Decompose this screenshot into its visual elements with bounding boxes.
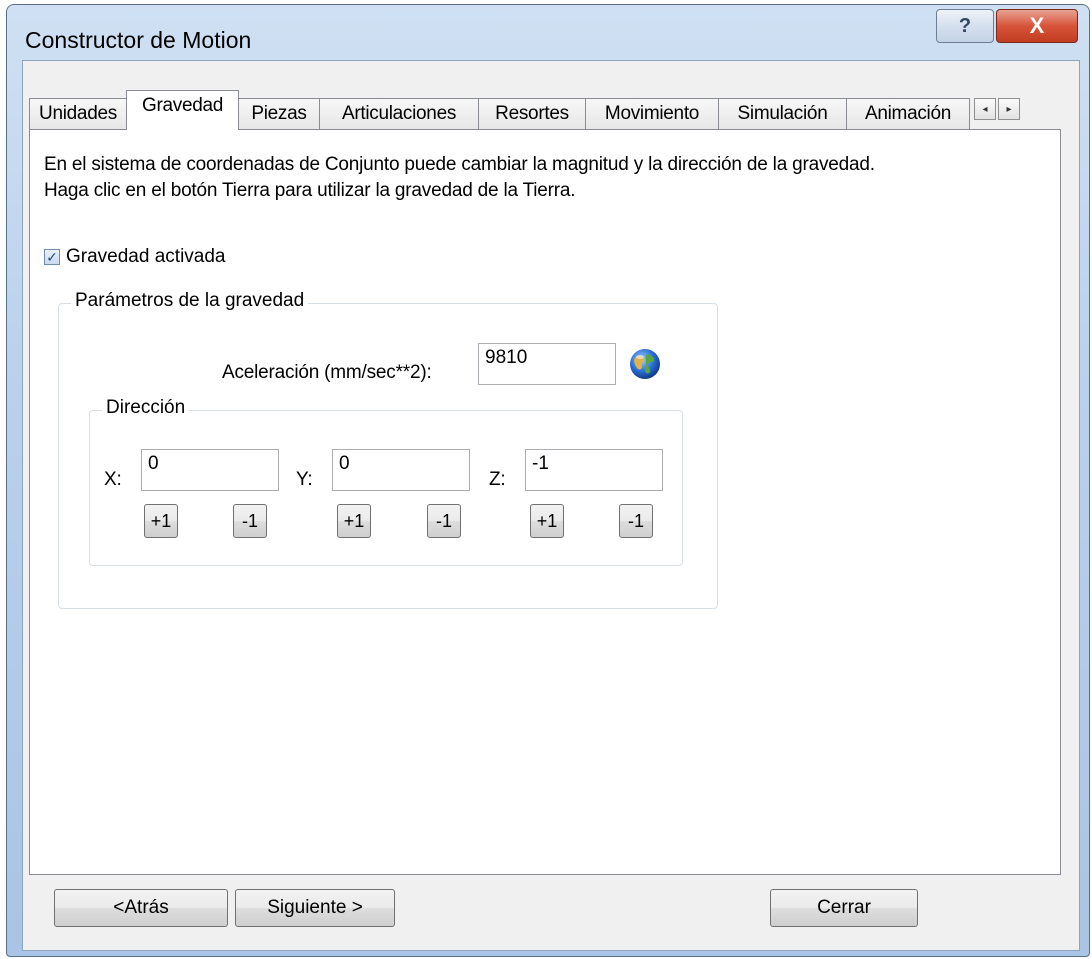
y-input[interactable]: 0: [332, 449, 470, 491]
tab-scroll-buttons: ◂ ▸: [974, 98, 1022, 122]
close-window-button[interactable]: X: [996, 9, 1078, 43]
tab-piezas[interactable]: Piezas: [238, 98, 320, 129]
tab-resortes[interactable]: Resortes: [478, 98, 586, 129]
x-label: X:: [104, 469, 122, 490]
gravity-enabled-row[interactable]: ✓ Gravedad activada: [44, 246, 226, 268]
gravity-params-group: Parámetros de la gravedad Aceleración (m…: [58, 290, 718, 609]
y-plus-one-button[interactable]: +1: [337, 504, 371, 538]
tab-movimiento[interactable]: Movimiento: [585, 98, 719, 129]
tab-page-gravedad: En el sistema de coordenadas de Conjunto…: [29, 129, 1061, 875]
z-minus-one-button[interactable]: -1: [619, 504, 653, 538]
gravity-enabled-label: Gravedad activada: [66, 246, 226, 267]
description-line-1: En el sistema de coordenadas de Conjunto…: [44, 154, 875, 175]
scroll-right-icon[interactable]: ▸: [998, 98, 1020, 120]
y-minus-one-button[interactable]: -1: [427, 504, 461, 538]
window-title: Constructor de Motion: [25, 27, 252, 53]
earth-gravity-button[interactable]: [627, 346, 663, 382]
z-plus-one-button[interactable]: +1: [530, 504, 564, 538]
next-button[interactable]: Siguiente >: [235, 889, 395, 927]
tab-unidades[interactable]: Unidades: [29, 98, 127, 129]
tab-gravedad[interactable]: Gravedad: [126, 90, 239, 130]
gravity-params-legend: Parámetros de la gravedad: [71, 290, 309, 312]
z-input[interactable]: -1: [525, 449, 663, 491]
x-plus-one-button[interactable]: +1: [144, 504, 178, 538]
x-input[interactable]: 0: [141, 449, 279, 491]
direction-group: Dirección X: 0 Y: 0 Z: -1 +1 -1 +1 -1 +1…: [89, 397, 683, 566]
scroll-left-icon[interactable]: ◂: [974, 98, 996, 120]
description-text: En el sistema de coordenadas de Conjunto…: [44, 152, 1044, 204]
y-label: Y:: [296, 469, 313, 490]
help-button[interactable]: ?: [936, 9, 994, 43]
dialog-client-area: Unidades Gravedad Piezas Articulaciones …: [22, 60, 1080, 951]
acceleration-input[interactable]: 9810: [478, 343, 616, 385]
x-minus-one-button[interactable]: -1: [233, 504, 267, 538]
close-button[interactable]: Cerrar: [770, 889, 918, 927]
motion-builder-window: Constructor de Motion ? X Unidades Grave…: [6, 4, 1090, 957]
earth-globe-icon: [630, 349, 660, 379]
tab-simulacion[interactable]: Simulación: [718, 98, 847, 129]
tab-articulaciones[interactable]: Articulaciones: [319, 98, 479, 129]
acceleration-label: Aceleración (mm/sec**2):: [222, 362, 432, 383]
description-line-2: Haga clic en el botón Tierra para utiliz…: [44, 180, 576, 201]
tab-strip: Unidades Gravedad Piezas Articulaciones …: [29, 90, 1059, 130]
direction-legend: Dirección: [102, 397, 190, 419]
tab-animacion[interactable]: Animación: [846, 98, 970, 129]
gravity-enabled-checkbox[interactable]: ✓: [44, 249, 60, 265]
back-button[interactable]: <Atrás: [54, 889, 228, 927]
z-label: Z:: [489, 469, 506, 490]
